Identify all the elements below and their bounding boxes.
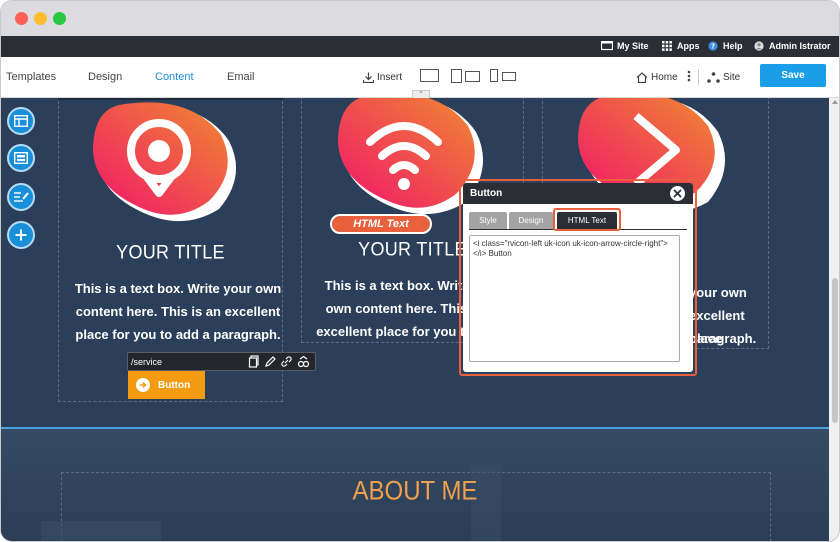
- maximize-window-button[interactable]: [53, 12, 66, 25]
- user-menu[interactable]: Admin Istrator: [753, 41, 831, 51]
- pencil-icon[interactable]: [264, 355, 277, 368]
- site-label: Site: [723, 72, 741, 83]
- home-page-selector[interactable]: Home: [636, 72, 678, 83]
- link-path[interactable]: /service: [131, 357, 162, 367]
- edit-list-tool-button[interactable]: [7, 183, 35, 211]
- apps-label: Apps: [677, 41, 700, 51]
- tab-templates[interactable]: Templates: [6, 71, 56, 83]
- user-avatar-icon: [754, 41, 764, 51]
- tablet-landscape-icon[interactable]: [465, 71, 480, 82]
- location-pin-icon: [93, 102, 237, 222]
- html-tab-highlight: [553, 208, 621, 231]
- mobile-landscape-icon[interactable]: [502, 72, 516, 81]
- my-site-label: My Site: [617, 41, 649, 51]
- toolbar-divider: [698, 69, 699, 85]
- link-icon[interactable]: [280, 355, 293, 368]
- mobile-icon[interactable]: [490, 69, 498, 82]
- tab-email[interactable]: Email: [227, 71, 255, 83]
- admin-bar: My Site Apps ? Help Admin Istrator: [1, 36, 839, 57]
- plus-icon: [15, 229, 27, 241]
- help-link[interactable]: ? Help: [707, 41, 743, 51]
- home-icon: [636, 72, 648, 83]
- help-label: Help: [723, 41, 743, 51]
- service-button[interactable]: Button: [128, 371, 205, 399]
- insert-button[interactable]: Insert: [363, 72, 402, 83]
- section-tool-button[interactable]: [7, 144, 35, 172]
- window-titlebar: [1, 1, 839, 36]
- user-name: Admin Istrator: [769, 41, 831, 51]
- sitemap-icon: [707, 72, 720, 83]
- close-icon: [673, 189, 682, 198]
- save-button[interactable]: Save: [760, 64, 826, 87]
- layout-tool-button[interactable]: [7, 107, 35, 135]
- page-scrollbar[interactable]: [829, 98, 839, 541]
- service-button-label: Button: [158, 379, 191, 391]
- app-window: My Site Apps ? Help Admin Istrator Templ…: [0, 0, 840, 542]
- page-canvas: YOUR TITLE This is a text box. Write you…: [1, 98, 829, 541]
- download-icon: [363, 72, 374, 83]
- arrow-circle-right-icon: [136, 378, 150, 392]
- apps-grid-icon: [662, 41, 672, 51]
- tab-style[interactable]: Style: [469, 212, 507, 229]
- close-window-button[interactable]: [15, 12, 28, 25]
- my-site-link[interactable]: My Site: [601, 41, 649, 51]
- link-toolbar: /service: [127, 352, 316, 371]
- insert-label: Insert: [377, 72, 403, 83]
- svg-text:?: ?: [711, 43, 715, 51]
- about-title[interactable]: ABOUT ME: [1, 477, 829, 508]
- monitor-icon: [601, 41, 613, 51]
- collapse-toolbar-handle[interactable]: ^: [412, 90, 430, 98]
- help-icon: ?: [708, 41, 718, 51]
- dialog-title: Button: [470, 188, 503, 199]
- column-top-edge: [58, 98, 283, 100]
- edit-list-icon: [13, 192, 29, 202]
- scroll-up-arrow[interactable]: [832, 100, 838, 104]
- tab-content[interactable]: Content: [155, 71, 194, 83]
- home-label: Home: [651, 72, 678, 83]
- tablet-icon[interactable]: [451, 69, 462, 83]
- card-1-title[interactable]: YOUR TITLE: [58, 241, 283, 264]
- add-element-button[interactable]: [7, 221, 35, 249]
- dialog-header: Button: [463, 183, 693, 204]
- html-text-callout: HTML Text: [330, 214, 432, 234]
- tab-design[interactable]: Design: [88, 71, 122, 83]
- section-icon: [14, 152, 28, 164]
- tab-design-dialog[interactable]: Design: [509, 212, 553, 229]
- unlink-icon[interactable]: [297, 355, 310, 368]
- city-silhouette: [41, 521, 161, 541]
- services-section[interactable]: YOUR TITLE This is a text box. Write you…: [1, 98, 829, 428]
- site-menu[interactable]: Site: [707, 72, 740, 83]
- desktop-icon[interactable]: [420, 69, 439, 82]
- copy-icon[interactable]: [248, 355, 261, 368]
- layout-icon: [14, 115, 28, 127]
- apps-link[interactable]: Apps: [661, 41, 700, 51]
- minimize-window-button[interactable]: [34, 12, 47, 25]
- card-1-text[interactable]: This is a text box. Write your own conte…: [73, 277, 283, 346]
- html-text-input[interactable]: <i class="rvicon-left uk-icon uk-icon-ar…: [469, 235, 680, 362]
- card-3-text-line-1[interactable]: your own: [689, 281, 759, 304]
- card-3-text-line-3[interactable]: paragraph.: [689, 327, 759, 350]
- scrollbar-thumb[interactable]: [832, 278, 838, 423]
- more-vertical-icon[interactable]: [687, 70, 691, 82]
- close-dialog-button[interactable]: [670, 186, 685, 201]
